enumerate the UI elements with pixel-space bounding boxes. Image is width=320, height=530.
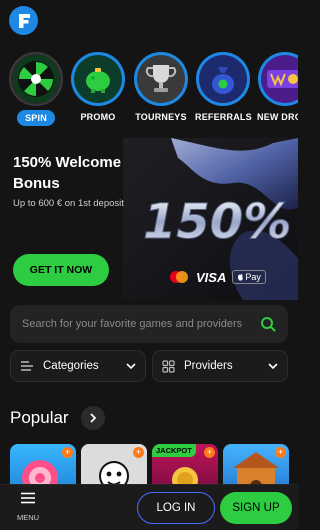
banner-title: 150% Welcome Bonus xyxy=(13,154,122,192)
chevron-right-icon xyxy=(89,413,96,423)
sign-up-button[interactable]: SIGN UP xyxy=(220,492,292,524)
apple-pay-logo: Pay xyxy=(232,270,266,284)
trophy-icon xyxy=(137,55,185,103)
log-in-button[interactable]: LOG IN xyxy=(137,492,215,524)
list-icon xyxy=(21,361,33,371)
banner-big-text: 150% xyxy=(143,194,291,250)
game-search-bar[interactable] xyxy=(10,305,288,343)
wild-cluster-icon xyxy=(261,55,298,103)
favorite-icon[interactable]: + xyxy=(62,447,73,458)
piggy-bank-icon xyxy=(74,55,122,103)
chevron-down-icon xyxy=(268,362,278,369)
category-label: SPIN xyxy=(17,110,55,126)
categories-dropdown[interactable]: Categories xyxy=(10,350,146,382)
favorite-icon[interactable]: + xyxy=(133,447,144,458)
favorite-icon[interactable]: + xyxy=(275,447,286,458)
category-new-drops[interactable]: NEW DROPS xyxy=(257,52,298,122)
brand-logo[interactable] xyxy=(9,6,38,35)
category-referrals[interactable]: REFERRALS xyxy=(195,52,252,122)
grid-icon xyxy=(162,359,175,373)
menu-button[interactable]: MENU xyxy=(11,491,45,522)
payment-methods: VISA Pay xyxy=(168,266,266,288)
favorite-icon[interactable]: + xyxy=(204,447,215,458)
money-bag-icon xyxy=(199,55,247,103)
section-title: Popular xyxy=(10,408,69,427)
category-spin[interactable]: SPIN xyxy=(8,52,64,126)
category-promo[interactable]: PROMO xyxy=(70,52,126,122)
category-carousel[interactable]: SPIN PROMO TOURNEYS REFERRALS NEW DR xyxy=(0,52,298,132)
category-label: PROMO xyxy=(80,112,116,122)
bottom-navigation: MENU LOG IN SIGN UP xyxy=(0,484,298,530)
get-it-now-button[interactable]: GET IT NOW xyxy=(13,254,109,286)
popular-section-header: Popular xyxy=(10,406,105,430)
apple-pay-text: Pay xyxy=(245,272,261,282)
providers-dropdown[interactable]: Providers xyxy=(152,350,288,382)
visa-logo: VISA xyxy=(196,269,227,285)
top-bar xyxy=(0,0,298,50)
menu-label: MENU xyxy=(16,513,40,522)
search-input[interactable] xyxy=(22,318,260,330)
category-label: REFERRALS xyxy=(195,112,252,122)
apple-icon xyxy=(238,274,244,281)
mastercard-icon xyxy=(170,271,188,283)
jackpot-badge: JACKPOT xyxy=(152,444,196,457)
search-icon[interactable] xyxy=(260,316,276,332)
categories-label: Categories xyxy=(43,360,99,372)
category-label: TOURNEYS xyxy=(135,112,187,122)
logo-icon xyxy=(18,13,30,28)
hamburger-icon xyxy=(21,492,35,504)
category-label: NEW DROPS xyxy=(257,112,298,122)
chevron-down-icon xyxy=(126,362,136,369)
providers-label: Providers xyxy=(184,360,233,372)
banner-subtitle: Up to 600 € on 1st deposit xyxy=(13,198,124,209)
wheel-icon xyxy=(13,55,59,103)
see-all-button[interactable] xyxy=(80,406,105,430)
category-tourneys[interactable]: TOURNEYS xyxy=(133,52,189,122)
